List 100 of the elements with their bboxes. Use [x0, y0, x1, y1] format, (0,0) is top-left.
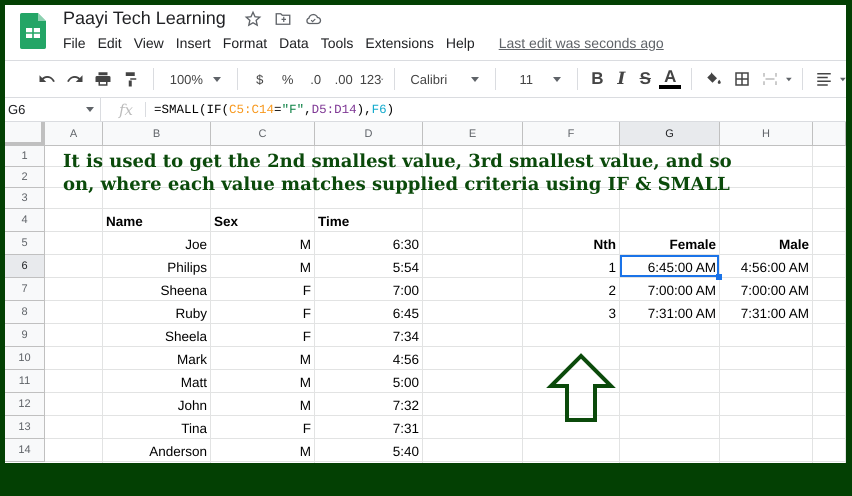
row-header[interactable]: 14 [5, 439, 45, 462]
caret-icon [840, 76, 846, 82]
table-cell[interactable]: 4:56 [315, 347, 422, 369]
row-header[interactable]: 9 [5, 324, 45, 347]
table-cell[interactable]: Sheela [103, 324, 210, 346]
table-cell[interactable]: F [211, 324, 314, 346]
table-cell[interactable]: 7:00 [315, 278, 422, 300]
table-cell[interactable]: 5:40 [315, 439, 422, 461]
zoom-dropdown[interactable]: 100% [164, 66, 227, 92]
table-cell[interactable]: Anderson [103, 439, 210, 461]
italic-button[interactable]: I [611, 66, 632, 92]
decrease-decimals-button[interactable]: .0 [304, 66, 328, 92]
table-cell[interactable]: 4:56:00 AM [720, 255, 812, 277]
table-cell[interactable]: M [211, 255, 314, 277]
table-cell[interactable]: F [211, 278, 314, 300]
table-cell[interactable]: Tina [103, 416, 210, 438]
table-cell[interactable]: F [211, 416, 314, 438]
menu-item[interactable]: View [128, 33, 170, 53]
row-header[interactable]: 8 [5, 301, 45, 324]
increase-decimals-button[interactable]: .00 [332, 66, 356, 92]
row-header[interactable]: 11 [5, 370, 45, 393]
column-header[interactable]: C [211, 122, 315, 146]
currency-button[interactable]: $ [248, 66, 272, 92]
percent-button[interactable]: % [276, 66, 300, 92]
table-cell[interactable]: Mark [103, 347, 210, 369]
column-header[interactable]: F [523, 122, 620, 146]
header-cell[interactable]: Name [103, 209, 210, 231]
caret-icon [786, 76, 792, 82]
table-cell[interactable]: 7:31:00 AM [720, 301, 812, 323]
row-header[interactable]: 1 [5, 146, 45, 167]
table-cell[interactable]: Joe [103, 232, 210, 254]
table-cell[interactable]: M [211, 347, 314, 369]
more-formats-button[interactable]: 123 [360, 66, 384, 92]
bold-button[interactable]: B [587, 66, 608, 92]
table-cell[interactable]: Sheena [103, 278, 210, 300]
column-header[interactable]: H [720, 122, 813, 146]
table-cell[interactable]: M [211, 232, 314, 254]
table-cell[interactable]: Matt [103, 370, 210, 392]
menu-item[interactable]: File [63, 33, 92, 53]
header-cell[interactable]: Female [620, 232, 719, 254]
text-color-button[interactable]: A [659, 66, 682, 92]
table-cell[interactable]: 7:00:00 AM [720, 278, 812, 300]
row-header[interactable]: 7 [5, 278, 45, 301]
star-icon[interactable] [244, 10, 262, 28]
row-header[interactable]: 3 [5, 188, 45, 209]
table-cell[interactable]: 7:31:00 AM [620, 301, 719, 323]
table-cell[interactable]: 6:45:00 AM [620, 255, 719, 277]
header-cell[interactable]: Male [720, 232, 812, 254]
column-header[interactable]: B [103, 122, 211, 146]
table-cell[interactable]: F [211, 301, 314, 323]
table-cell[interactable]: John [103, 393, 210, 415]
table-cell[interactable]: 3 [523, 301, 619, 323]
row-header[interactable]: 5 [5, 232, 45, 255]
table-cell[interactable]: 7:34 [315, 324, 422, 346]
menu-item[interactable]: Data [273, 33, 315, 53]
column-header[interactable]: E [423, 122, 523, 146]
table-cell[interactable]: Philips [103, 255, 210, 277]
formula-field[interactable]: =SMALL(IF(C5:C14="F",D5:D14),F6) [154, 102, 394, 116]
header-cell[interactable]: Time [315, 209, 422, 231]
table-cell[interactable]: M [211, 370, 314, 392]
menu-item[interactable]: Format [216, 33, 274, 53]
table-cell[interactable]: 6:45 [315, 301, 422, 323]
table-cell[interactable]: 7:32 [315, 393, 422, 415]
menu-item[interactable]: Edit [92, 33, 128, 53]
table-cell[interactable]: 1 [523, 255, 619, 277]
caret-icon [212, 76, 221, 82]
menu-item[interactable]: Extensions [359, 33, 440, 53]
row-header[interactable]: 13 [5, 416, 45, 439]
menu-item[interactable]: Insert [170, 33, 217, 53]
up-arrow-drawing [546, 353, 616, 423]
row-header[interactable]: 12 [5, 393, 45, 416]
table-cell[interactable]: Ruby [103, 301, 210, 323]
font-size-dropdown[interactable]: 11 [505, 66, 567, 92]
column-header[interactable]: G [620, 122, 720, 146]
function-label: fx [119, 100, 134, 118]
menu-item[interactable]: Help [440, 33, 481, 53]
last-edit-link[interactable]: Last edit was seconds ago [498, 35, 664, 51]
menu-item[interactable]: Tools [314, 33, 360, 53]
table-cell[interactable]: 7:00:00 AM [620, 278, 719, 300]
strikethrough-button[interactable]: S [635, 66, 656, 92]
name-box[interactable]: G6 [5, 98, 101, 121]
row-header[interactable]: 6 [5, 255, 45, 278]
fill-handle[interactable] [716, 274, 722, 280]
header-cell[interactable]: Sex [211, 209, 314, 231]
table-cell[interactable]: 6:30 [315, 232, 422, 254]
row-header[interactable]: 4 [5, 209, 45, 232]
font-dropdown[interactable]: Calibri [404, 66, 485, 92]
table-cell[interactable]: 5:54 [315, 255, 422, 277]
table-cell[interactable]: M [211, 393, 314, 415]
table-cell[interactable]: M [211, 439, 314, 461]
document-title[interactable]: Paayi Tech Learning [63, 8, 226, 29]
sheets-logo-icon[interactable] [20, 13, 46, 49]
column-header[interactable]: A [45, 122, 103, 146]
row-header[interactable]: 10 [5, 347, 45, 370]
row-header[interactable]: 2 [5, 167, 45, 188]
table-cell[interactable]: 5:00 [315, 370, 422, 392]
table-cell[interactable]: 2 [523, 278, 619, 300]
table-cell[interactable]: 7:31 [315, 416, 422, 438]
column-header[interactable]: D [315, 122, 423, 146]
header-cell[interactable]: Nth [523, 232, 619, 254]
